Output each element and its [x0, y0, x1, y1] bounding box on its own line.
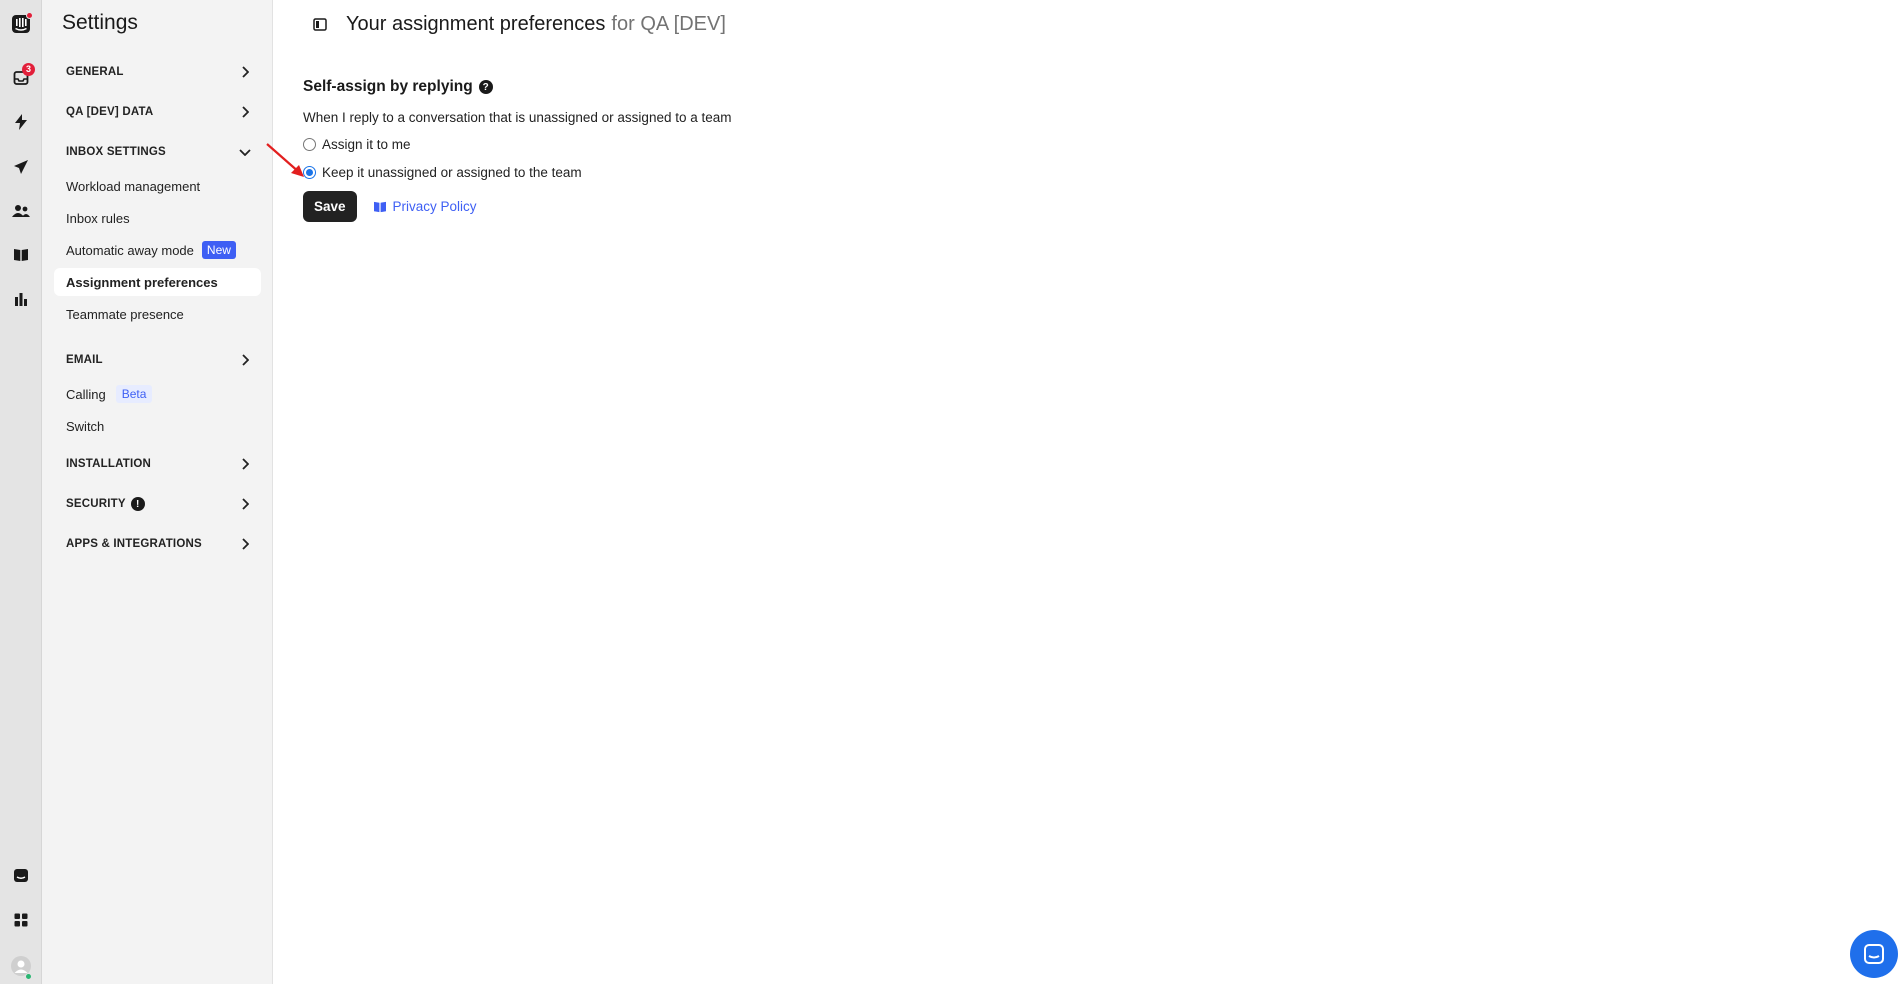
sidebar-item-label: Workload management: [66, 178, 201, 194]
sidebar-item-calling[interactable]: Calling Beta: [54, 380, 261, 408]
actions-row: Save Privacy Policy: [303, 191, 732, 222]
annotation-arrow: [266, 143, 304, 177]
icon-rail: 3: [0, 0, 42, 984]
settings-sidebar: Settings GENERAL QA [DEV] DATA INBOX SET…: [42, 0, 273, 984]
online-status-dot: [25, 973, 32, 980]
chevron-right-icon: [242, 354, 249, 366]
sidebar-item-label: Automatic away mode: [66, 242, 194, 258]
section-email[interactable]: EMAIL: [54, 344, 261, 376]
section-label: INSTALLATION: [66, 458, 152, 470]
section-installation[interactable]: INSTALLATION: [54, 448, 261, 480]
bolt-icon[interactable]: [0, 104, 42, 140]
sidebar-item-label: Assignment preferences: [66, 274, 218, 290]
sidebar-item-away-mode[interactable]: Automatic away mode New: [54, 236, 261, 264]
sidebar-item-label: Calling: [66, 386, 106, 402]
option-label: Assign it to me: [322, 136, 411, 152]
intercom-logo-icon[interactable]: [0, 6, 42, 42]
paper-plane-icon[interactable]: [0, 149, 42, 185]
sidebar-item-inbox-rules[interactable]: Inbox rules: [54, 204, 261, 232]
save-button[interactable]: Save: [303, 191, 357, 222]
section-label: INBOX SETTINGS: [66, 146, 166, 158]
sidebar-toggle-icon[interactable]: [312, 16, 328, 32]
section-heading: Self-assign by replying ?: [303, 78, 732, 96]
sidebar-item-assignment-preferences[interactable]: Assignment preferences: [54, 268, 261, 296]
beta-badge: Beta: [115, 385, 153, 403]
chevron-down-icon: [239, 149, 251, 156]
sidebar-title: Settings: [62, 11, 138, 34]
sidebar-item-label: Switch: [66, 418, 105, 434]
chat-icon: [1864, 944, 1884, 964]
self-assign-section: Self-assign by replying ? When I reply t…: [303, 78, 732, 222]
section-label: GENERAL: [66, 66, 124, 78]
sidebar-item-switch[interactable]: Switch: [54, 412, 261, 440]
chevron-right-icon: [242, 106, 249, 118]
option-label: Keep it unassigned or assigned to the te…: [322, 164, 582, 180]
user-avatar-icon[interactable]: [0, 948, 42, 984]
section-general[interactable]: GENERAL: [54, 56, 261, 88]
contacts-icon[interactable]: [0, 193, 42, 229]
section-qa-data[interactable]: QA [DEV] DATA: [54, 96, 261, 128]
inbox-icon[interactable]: [0, 60, 42, 96]
sidebar-item-workload[interactable]: Workload management: [54, 172, 261, 200]
option-assign-to-me[interactable]: Assign it to me: [303, 133, 732, 155]
help-icon[interactable]: ?: [478, 80, 493, 94]
messenger-launcher[interactable]: [1850, 930, 1898, 978]
section-description: When I reply to a conversation that is u…: [303, 110, 732, 125]
book-icon: [373, 201, 386, 212]
sidebar-item-label: Teammate presence: [66, 306, 184, 322]
chevron-right-icon: [242, 538, 249, 550]
sidebar-item-teammate-presence[interactable]: Teammate presence: [54, 300, 261, 328]
main-content: Your assignment preferences for QA [DEV]…: [266, 0, 1904, 984]
radio-group: Assign it to me Keep it unassigned or as…: [303, 133, 732, 183]
chevron-right-icon: [242, 458, 249, 470]
page-header: Your assignment preferences for QA [DEV]: [312, 10, 726, 38]
book-icon[interactable]: [0, 237, 42, 273]
sidebar-item-label: Inbox rules: [66, 210, 130, 226]
privacy-policy-link[interactable]: Privacy Policy: [373, 199, 477, 214]
chevron-right-icon: [242, 498, 249, 510]
section-label: EMAIL: [66, 354, 103, 366]
reports-icon[interactable]: [0, 281, 42, 317]
apps-grid-icon[interactable]: [0, 902, 42, 938]
inbox-badge: 3: [22, 63, 35, 76]
privacy-policy-label: Privacy Policy: [392, 199, 477, 214]
new-badge: New: [201, 241, 236, 259]
page-title-workspace: for QA [DEV]: [611, 12, 726, 35]
section-label: SECURITY: [66, 498, 126, 510]
section-label: QA [DEV] DATA: [66, 106, 154, 118]
warning-icon: !: [130, 497, 145, 511]
notification-dot: [26, 12, 33, 19]
section-inbox-settings[interactable]: INBOX SETTINGS: [54, 136, 261, 168]
section-apps-integrations[interactable]: APPS & INTEGRATIONS: [54, 528, 261, 560]
page-title: Your assignment preferences: [346, 12, 606, 35]
option-keep-unassigned[interactable]: Keep it unassigned or assigned to the te…: [303, 161, 732, 183]
chevron-right-icon: [242, 66, 249, 78]
section-heading-text: Self-assign by replying: [303, 78, 473, 95]
conversation-icon[interactable]: [0, 858, 42, 894]
section-security[interactable]: SECURITY !: [54, 488, 261, 520]
section-label: APPS & INTEGRATIONS: [66, 538, 202, 550]
